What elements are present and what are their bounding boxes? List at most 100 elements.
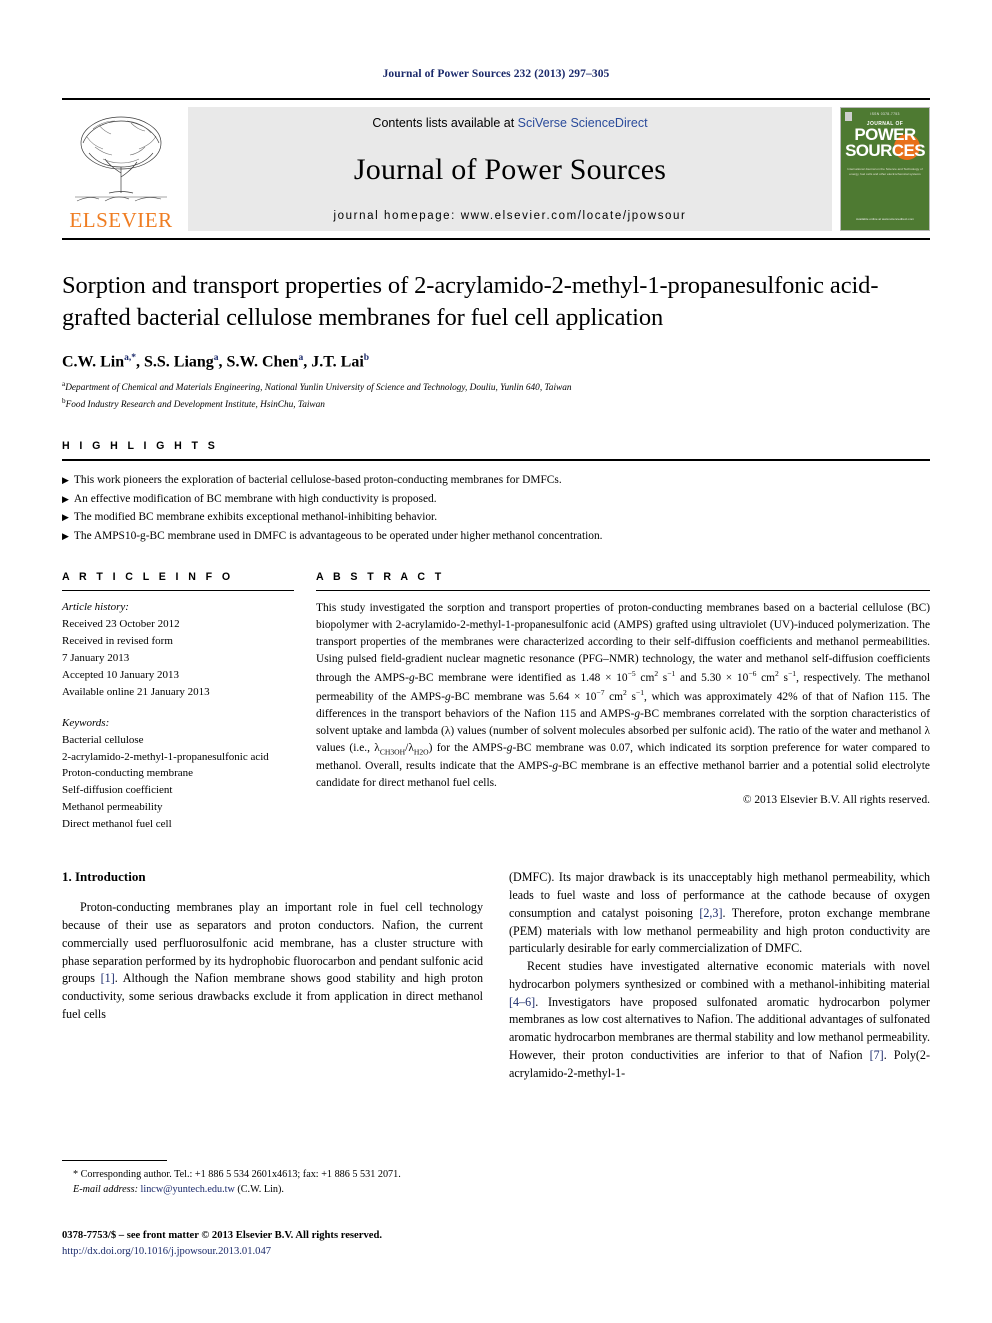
abstract-subscript: H2O (413, 747, 429, 757)
journal-masthead: ELSEVIER Contents lists available at Sci… (62, 98, 930, 231)
email-label: E-mail address: (73, 1184, 138, 1196)
journal-title: Journal of Power Sources (353, 153, 667, 186)
author-name: S.W. Chen (226, 353, 299, 371)
cover-subtitle: International Journal on the Science and… (847, 167, 923, 176)
affiliation-item: aDepartment of Chemical and Materials En… (62, 379, 930, 396)
keyword-item: Bacterial cellulose (62, 733, 144, 746)
abstract-part: cm (635, 672, 655, 685)
article-first-page: Journal of Power Sources 232 (2013) 297–… (0, 0, 992, 1323)
abstract-part: and 5.30 × 10 (675, 672, 749, 685)
issn-block: 0378-7753/$ – see front matter © 2013 El… (62, 1228, 582, 1260)
keyword-item: Direct methanol fuel cell (62, 818, 172, 831)
article-info-section: A R T I C L E I N F O Article history: R… (62, 571, 294, 833)
paragraph-text: . Although the Nafion membrane shows goo… (62, 971, 484, 1021)
cover-issn: ISSN 0378-7753 (870, 112, 900, 116)
article-history-block: Article history: Received 23 October 201… (62, 599, 294, 701)
abstract-part: -BC membrane were identified as 1.48 × 1… (414, 672, 628, 685)
intro-paragraph-right-1: (DMFC). Its major drawback is its unacce… (509, 869, 930, 958)
highlight-item: ▶ The modified BC membrane exhibits excep… (62, 508, 930, 526)
citation-ref[interactable]: [2,3] (699, 906, 722, 920)
author-list: C.W. Lina,*, S.S. Lianga, S.W. Chena, J.… (62, 352, 370, 371)
highlight-item: ▶ The AMPS10-g-BC membrane used in DMFC i… (62, 527, 930, 545)
doi-link[interactable]: http://dx.doi.org/10.1016/j.jpowsour.201… (62, 1244, 582, 1260)
highlight-text: The AMPS10-g-BC membrane used in DMFC is… (73, 529, 603, 542)
abstract-exponent: −7 (596, 688, 605, 698)
keywords-label: Keywords: (62, 716, 110, 729)
info-abstract-row: A R T I C L E I N F O Article history: R… (62, 571, 930, 833)
citation-ref[interactable]: [7] (870, 1048, 884, 1062)
abstract-copyright: © 2013 Elsevier B.V. All rights reserved… (742, 794, 930, 807)
title-block: Sorption and transport properties of 2-a… (62, 270, 930, 412)
highlight-item: ▶ An effective modification of BC membran… (62, 490, 930, 508)
triangle-right-icon: ▶ (62, 512, 69, 523)
abstract-part: -BC membrane was 5.64 × 10 (450, 691, 597, 704)
masthead-bottom-rule (62, 238, 930, 240)
author-affil-mark: a (213, 352, 219, 363)
cover-footer: Available online at www.sciencedirect.co… (855, 217, 915, 222)
intro-paragraph-right-2: Recent studies have investigated alterna… (509, 958, 930, 1082)
elsevier-wordmark: ELSEVIER (69, 208, 173, 232)
body-left-column: 1. Introduction Proton-conducting membra… (62, 869, 483, 1082)
keyword-item: Methanol permeability (62, 801, 163, 814)
author-name: C.W. Lin (62, 353, 125, 371)
affiliation-item: bFood Industry Research and Development … (62, 396, 930, 413)
contents-prefix: Contents lists available at (372, 116, 518, 130)
section-heading-introduction: 1. Introduction (62, 869, 146, 885)
elsevier-logo: ELSEVIER (62, 107, 180, 231)
abstract-part: ) for the AMPS- (428, 742, 507, 755)
masthead-center-band: Contents lists available at SciVerse Sci… (188, 107, 832, 231)
author-name: S.S. Liang (143, 353, 214, 371)
highlights-heading: H I G H L I G H T S (62, 440, 219, 453)
running-head: Journal of Power Sources 232 (2013) 297–… (382, 68, 610, 80)
highlight-text: An effective modification of BC membrane… (73, 492, 437, 505)
abstract-part: cm (756, 672, 776, 685)
paragraph-text: Recent studies have investigated alterna… (509, 959, 930, 991)
sciencedirect-link[interactable]: SciVerse ScienceDirect (518, 116, 648, 130)
highlights-list: ▶ This work pioneers the exploration of b… (62, 471, 930, 545)
author-name: J.T. Lai (311, 353, 364, 371)
history-line: Received 23 October 2012 (62, 617, 180, 630)
highlights-rule (62, 459, 930, 462)
keyword-item: 2-acrylamido-2-methyl-1-propanesulfonic … (62, 750, 269, 763)
abstract-rule (316, 590, 930, 592)
abstract-exponent: −1 (787, 669, 797, 679)
issn-front-matter: 0378-7753/$ – see front matter © 2013 El… (62, 1230, 382, 1241)
author-affil-mark: a (298, 352, 304, 363)
triangle-right-icon: ▶ (62, 493, 69, 504)
paragraph-text: . Investigators have proposed sulfonated… (509, 994, 931, 1062)
body-right-column: (DMFC). Its major drawback is its unacce… (509, 869, 930, 1082)
abstract-text: This study investigated the sorption and… (316, 600, 930, 792)
abstract-part: s (626, 691, 636, 704)
email-link[interactable]: lincw@yuntech.edu.tw (141, 1184, 235, 1195)
article-info-heading: A R T I C L E I N F O (62, 571, 234, 584)
history-line: 7 January 2013 (62, 651, 130, 664)
highlight-text: The modified BC membrane exhibits except… (73, 511, 438, 524)
affiliations: aDepartment of Chemical and Materials En… (62, 379, 930, 412)
cover-sources-word: SOURCES (845, 140, 925, 160)
abstract-subscript: CH3OH (379, 747, 406, 757)
contents-available-line: Contents lists available at SciVerse Sci… (372, 116, 647, 130)
abstract-heading: A B S T R A C T (316, 571, 445, 584)
author-affil-mark: b (363, 352, 370, 363)
abstract-part: cm (604, 691, 624, 704)
journal-homepage-link[interactable]: journal homepage: www.elsevier.com/locat… (334, 210, 687, 222)
citation-ref[interactable]: [1] (101, 971, 115, 985)
highlight-item: ▶ This work pioneers the exploration of b… (62, 471, 930, 489)
abstract-part: /λ (405, 742, 414, 755)
affiliation-text: Food Industry Research and Development I… (65, 399, 325, 410)
corresponding-author-note: * Corresponding author. Tel.: +1 886 5 5… (73, 1169, 401, 1180)
article-history-label: Article history: (62, 601, 129, 614)
author-affil-mark: a,* (124, 352, 136, 363)
history-line: Available online 21 January 2013 (62, 685, 210, 698)
article-info-rule (62, 590, 294, 592)
keyword-item: Proton-conducting membrane (62, 767, 194, 780)
email-owner: (C.W. Lin). (237, 1184, 284, 1196)
triangle-right-icon: ▶ (62, 530, 69, 541)
highlights-section: H I G H L I G H T S ▶ This work pioneers … (62, 440, 930, 545)
email-note: E-mail address: lincw@yuntech.edu.tw (C.… (62, 1182, 492, 1197)
footnote-rule (62, 1160, 167, 1161)
affiliation-text: Department of Chemical and Materials Eng… (65, 383, 572, 394)
abstract-part: s (778, 672, 788, 685)
citation-ref[interactable]: [4–6] (509, 995, 535, 1009)
history-line: Received in revised form (62, 634, 173, 647)
